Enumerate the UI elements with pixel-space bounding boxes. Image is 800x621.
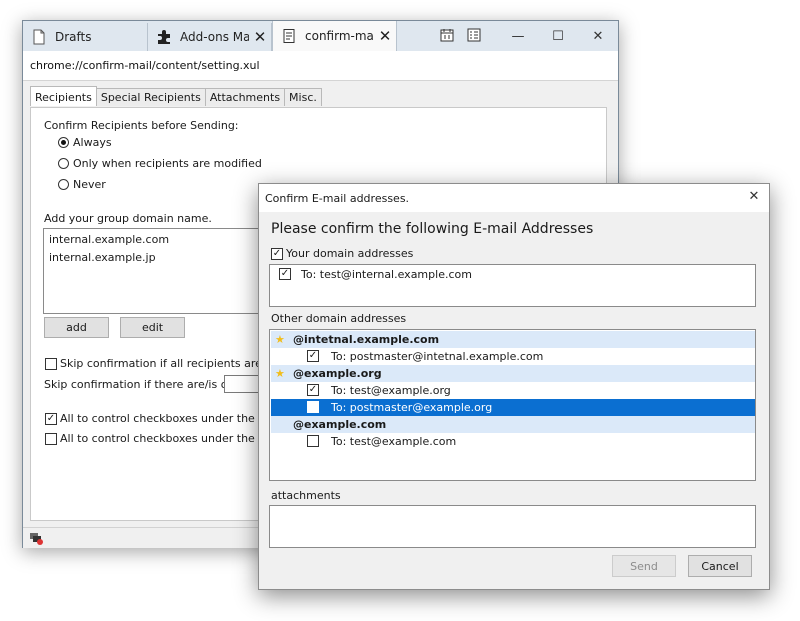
radio-only-modified[interactable] xyxy=(58,158,69,169)
list-item[interactable]: internal.example.jp xyxy=(49,251,156,264)
control-other-label: All to control checkboxes under the "Oth… xyxy=(60,432,291,445)
window-close-button[interactable]: ✕ xyxy=(578,21,618,51)
address-text: To: test@internal.example.com xyxy=(301,268,472,281)
cancel-button[interactable]: Cancel xyxy=(688,555,752,577)
domain-group-row[interactable]: ★ @example.org xyxy=(271,365,755,382)
address-checkbox[interactable]: ✓ xyxy=(279,268,291,280)
control-your-checkbox[interactable]: ✓ xyxy=(45,413,57,425)
list-item-selected[interactable]: ✓ To: postmaster@example.org xyxy=(271,399,755,416)
document-icon xyxy=(33,29,45,45)
domain-list[interactable]: internal.example.com internal.example.jp xyxy=(43,228,273,314)
list-item[interactable]: ✓ To: test@internal.example.com xyxy=(271,266,755,283)
minimize-button[interactable]: — xyxy=(498,21,538,51)
address-text: To: postmaster@intetnal.example.com xyxy=(331,350,544,363)
radio-label-only-modified: Only when recipients are modified xyxy=(73,157,262,170)
add-domain-button[interactable]: add xyxy=(44,317,109,338)
offline-status-icon[interactable] xyxy=(29,531,43,545)
control-your-label: All to control checkboxes under the "You… xyxy=(60,412,287,425)
tab-drafts[interactable]: Drafts xyxy=(23,23,148,51)
tasks-icon[interactable] xyxy=(467,28,481,42)
other-domain-label: Other domain addresses xyxy=(271,312,407,325)
tab-label: Add-ons Mana xyxy=(180,30,249,44)
edit-domain-button[interactable]: edit xyxy=(120,317,185,338)
address-text: To: test@example.com xyxy=(331,435,457,448)
dialog-heading: Please confirm the following E-mail Addr… xyxy=(271,221,594,237)
list-item[interactable]: ✓ To: test@example.org xyxy=(271,382,755,399)
radio-label-never: Never xyxy=(73,178,106,191)
domain-group-label: @example.org xyxy=(293,367,382,380)
tab-label: confirm-mail s xyxy=(305,29,374,43)
puzzle-piece-icon xyxy=(158,30,170,44)
confirm-dialog: Confirm E-mail addresses. ✕ Please confi… xyxy=(258,183,770,590)
radio-always[interactable] xyxy=(58,137,69,148)
your-domain-checkbox[interactable]: ✓ xyxy=(271,248,283,260)
star-icon: ★ xyxy=(275,367,285,380)
attachments-label: attachments xyxy=(271,489,341,502)
domain-group-row[interactable]: @example.com xyxy=(271,416,755,433)
address-checkbox[interactable] xyxy=(307,435,319,447)
url-bar[interactable]: chrome://confirm-mail/content/setting.xu… xyxy=(23,51,618,81)
skip-all-checkbox[interactable] xyxy=(45,358,57,370)
calendar-icon[interactable] xyxy=(440,28,454,42)
domain-group-label: @intetnal.example.com xyxy=(293,333,440,346)
tab-label: Drafts xyxy=(55,30,92,44)
tab-attachments[interactable]: Attachments xyxy=(204,88,286,106)
domain-heading: Add your group domain name. xyxy=(44,212,212,225)
address-text: To: postmaster@example.org xyxy=(331,401,493,414)
tab-recipients[interactable]: Recipients xyxy=(30,86,97,106)
your-domain-label: Your domain addresses xyxy=(286,247,414,260)
address-text: To: test@example.org xyxy=(331,384,451,397)
tab-bar: Drafts Add-ons Mana ✕ confirm-mail s ✕ — xyxy=(23,21,618,51)
tab-misc[interactable]: Misc. xyxy=(284,88,322,106)
radio-never[interactable] xyxy=(58,179,69,190)
skip-count-label: Skip confirmation if there are/is only xyxy=(44,378,244,391)
address-checkbox[interactable]: ✓ xyxy=(307,384,319,396)
control-other-checkbox[interactable] xyxy=(45,433,57,445)
address-checkbox[interactable]: ✓ xyxy=(307,350,319,362)
address-checkbox[interactable]: ✓ xyxy=(307,401,319,413)
radio-label-always: Always xyxy=(73,136,112,149)
close-tab-icon[interactable]: ✕ xyxy=(249,28,271,46)
document-icon xyxy=(283,29,295,43)
dialog-title: Confirm E-mail addresses. xyxy=(259,184,769,212)
other-domain-list[interactable]: ★ @intetnal.example.com ✓ To: postmaster… xyxy=(269,329,756,481)
maximize-button[interactable]: ☐ xyxy=(538,21,578,51)
tab-special-recipients[interactable]: Special Recipients xyxy=(95,88,206,106)
confirm-recipients-heading: Confirm Recipients before Sending: xyxy=(44,119,239,132)
attachments-list[interactable] xyxy=(269,505,756,548)
close-tab-icon[interactable]: ✕ xyxy=(374,27,396,45)
list-item[interactable]: To: test@example.com xyxy=(271,433,755,450)
tab-addons-manager[interactable]: Add-ons Mana ✕ xyxy=(148,23,272,51)
skip-all-label: Skip confirmation if all recipients are … xyxy=(60,357,291,370)
star-icon: ★ xyxy=(275,333,285,346)
domain-group-row[interactable]: ★ @intetnal.example.com xyxy=(271,331,755,348)
domain-group-label: @example.com xyxy=(293,418,387,431)
your-domain-list[interactable]: ✓ To: test@internal.example.com xyxy=(269,264,756,307)
list-item[interactable]: ✓ To: postmaster@intetnal.example.com xyxy=(271,348,755,365)
settings-tabs: Recipients Special Recipients Attachment… xyxy=(30,86,322,107)
list-item[interactable]: internal.example.com xyxy=(49,233,169,246)
dialog-close-icon[interactable]: ✕ xyxy=(745,189,763,207)
tab-confirm-mail[interactable]: confirm-mail s ✕ xyxy=(272,21,397,51)
send-button[interactable]: Send xyxy=(612,555,676,577)
